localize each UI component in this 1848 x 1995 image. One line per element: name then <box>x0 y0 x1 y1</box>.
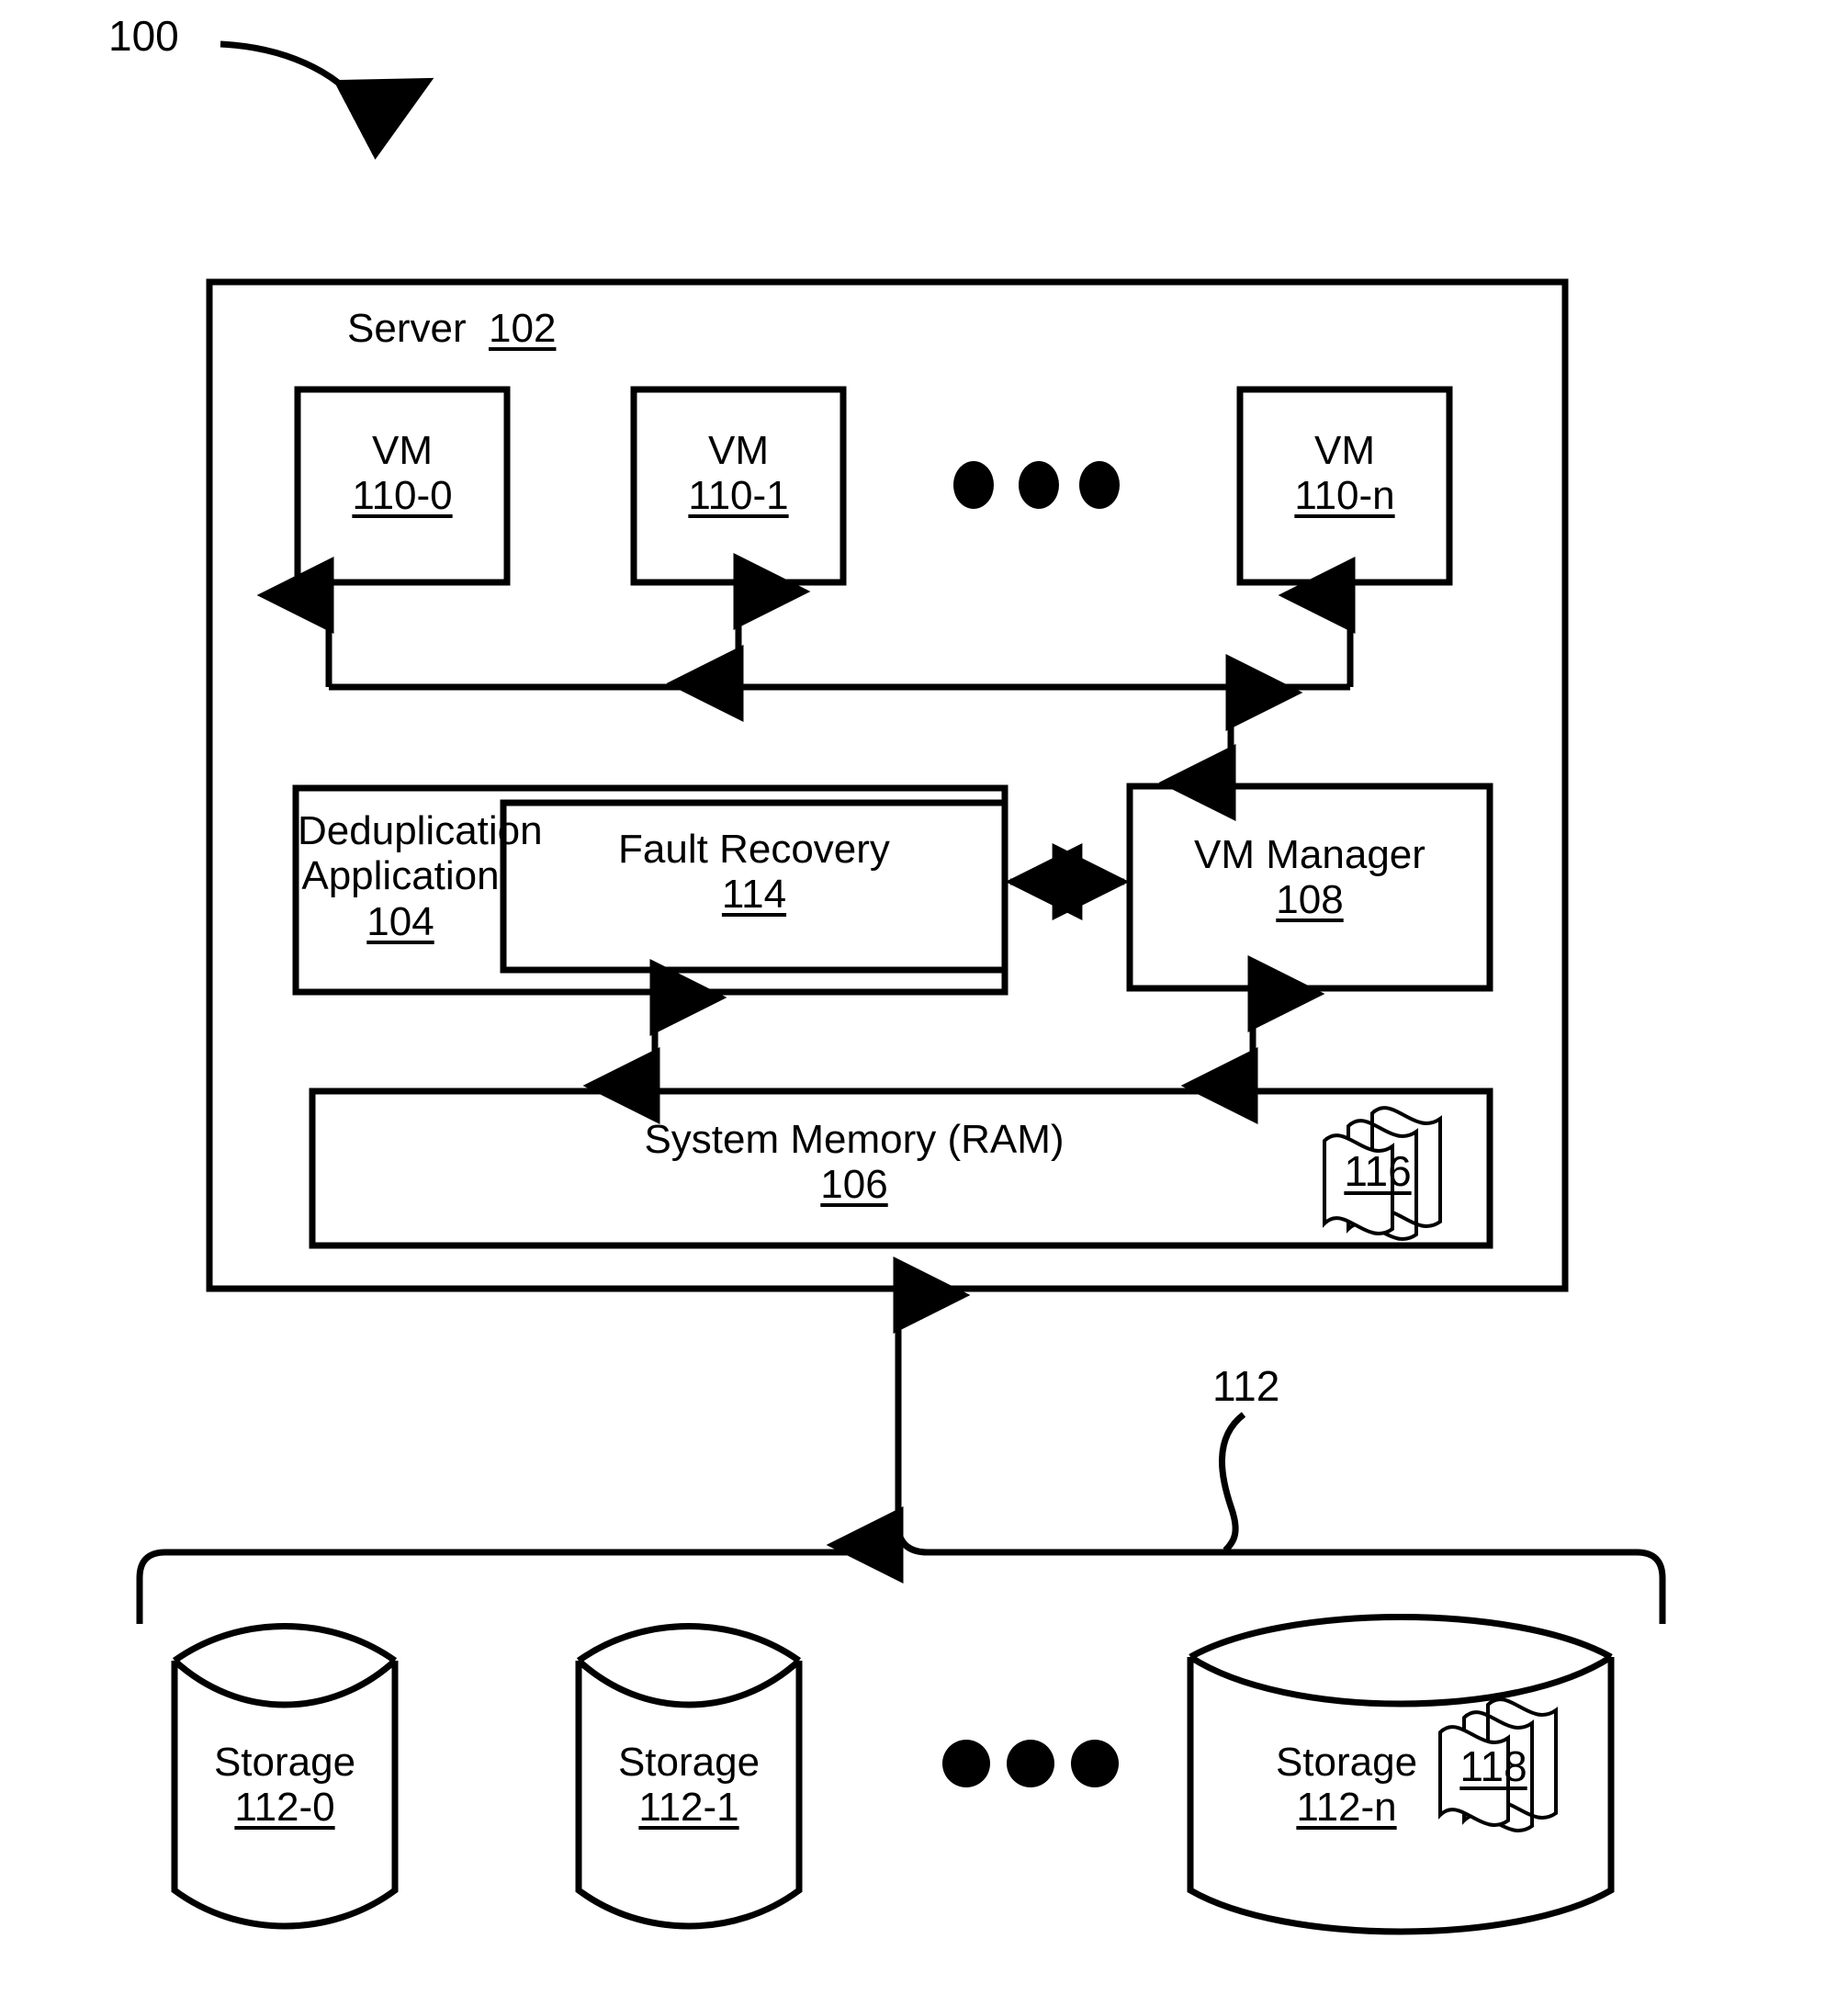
storage-label-1: Storage 112-1 <box>579 1740 799 1831</box>
vm-label-0: VM 110-0 <box>298 428 507 519</box>
storage-label-0: Storage 112-0 <box>175 1740 395 1831</box>
vm-name-1: VM <box>708 428 769 473</box>
dedup-ref: 104 <box>366 898 434 944</box>
storage-name-1: Storage <box>617 1740 761 1785</box>
fault-recovery-ref: 114 <box>721 872 787 918</box>
vm-name-0: VM <box>372 428 433 473</box>
vm-ref-1: 110-1 <box>688 473 789 519</box>
vm-ref-n: 110-n <box>1294 473 1395 519</box>
storage-group-leader <box>1218 1412 1246 1553</box>
storage-group-brace <box>136 1529 1666 1624</box>
vm-label-1: VM 110-1 <box>634 428 843 519</box>
figure-leader-arrow <box>220 40 434 160</box>
vm-bus-lines <box>256 557 1356 691</box>
vm-manager-title: VM Manager <box>1194 832 1425 877</box>
storage-name-0: Storage <box>213 1740 356 1785</box>
vm-label-n: VM 110-n <box>1240 428 1449 519</box>
vm-manager-label: VM Manager 108 <box>1130 832 1490 923</box>
storage-ellipsis-dots <box>942 1740 1119 1787</box>
storage-data-icon-label: 118 <box>1459 1742 1527 1790</box>
system-memory-ref: 106 <box>820 1162 888 1208</box>
vm-name-n: VM <box>1314 428 1375 473</box>
figure-canvas: 100 Server 102 VM 110-0 VM 110-1 VM 110-… <box>0 0 1848 1995</box>
vm-ellipsis-dots <box>953 461 1120 509</box>
deduplication-application-label: Deduplication Application 104 <box>298 808 543 944</box>
memory-data-icon-label: 116 <box>1344 1147 1412 1195</box>
fault-recovery-title: Fault Recovery <box>618 827 890 872</box>
vm-manager-ref: 108 <box>1276 877 1344 923</box>
storage-ref-n: 112-n <box>1296 1785 1397 1831</box>
storage-name-n: Storage <box>1275 1740 1418 1785</box>
fault-recovery-label: Fault Recovery 114 <box>503 827 1005 918</box>
system-memory-label: System Memory (RAM) 106 <box>312 1117 1396 1208</box>
server-ref: 102 <box>489 306 557 351</box>
storage-group-ref-label: 112 <box>1212 1362 1280 1410</box>
storage-ref-1: 112-1 <box>638 1785 739 1831</box>
figure-number-label: 100 <box>108 12 179 60</box>
storage-ref-0: 112-0 <box>234 1785 335 1831</box>
diagram-svg <box>136 40 1666 1935</box>
server-title: Server 102 <box>347 306 557 351</box>
vm-ref-0: 110-0 <box>352 473 453 519</box>
dedup-line2: Application <box>301 853 500 899</box>
system-memory-title: System Memory (RAM) <box>644 1117 1065 1162</box>
